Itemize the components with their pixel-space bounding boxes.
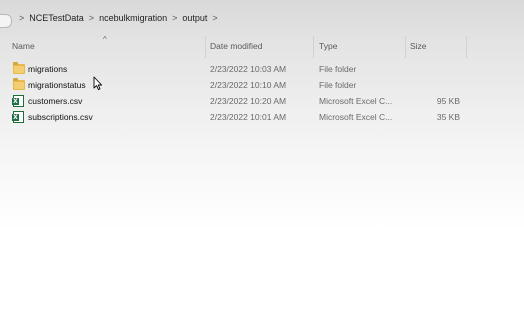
- file-date-modified: 2/23/2022 10:03 AM: [210, 64, 287, 74]
- address-bar[interactable]: > NCETestData > ncebulkmigration > outpu…: [0, 10, 524, 30]
- column-divider[interactable]: [466, 36, 467, 58]
- column-header-date-modified[interactable]: Date modified: [210, 41, 262, 51]
- file-row-migrations[interactable]: migrations 2/23/2022 10:03 AM File folde…: [0, 61, 524, 77]
- mouse-cursor-icon: [93, 76, 103, 91]
- folder-icon: [13, 62, 25, 74]
- chevron-right-icon[interactable]: >: [19, 13, 24, 23]
- breadcrumb-item-output[interactable]: output: [182, 13, 207, 23]
- chevron-right-icon[interactable]: >: [89, 13, 94, 23]
- column-header-type[interactable]: Type: [319, 41, 337, 51]
- excel-csv-icon: X: [12, 111, 24, 123]
- column-header: ^ Name Date modified Type Size: [0, 35, 524, 58]
- file-name: subscriptions.csv: [28, 112, 93, 122]
- column-divider[interactable]: [313, 36, 314, 58]
- column-divider[interactable]: [405, 36, 406, 58]
- chevron-right-icon[interactable]: >: [172, 13, 177, 23]
- file-row-customers-csv[interactable]: X customers.csv 2/23/2022 10:20 AM Micro…: [0, 93, 524, 109]
- file-size: 35 KB: [436, 112, 460, 122]
- file-date-modified: 2/23/2022 10:01 AM: [210, 112, 287, 122]
- column-header-size[interactable]: Size: [410, 41, 427, 51]
- breadcrumb-item-ncebulkmigration[interactable]: ncebulkmigration: [99, 13, 167, 23]
- breadcrumb: > NCETestData > ncebulkmigration > outpu…: [14, 13, 223, 23]
- chevron-right-icon[interactable]: >: [212, 13, 217, 23]
- file-type: File folder: [319, 64, 357, 74]
- file-type: Microsoft Excel C...: [319, 96, 393, 106]
- file-row-subscriptions-csv[interactable]: X subscriptions.csv 2/23/2022 10:01 AM M…: [0, 109, 524, 125]
- folder-icon: [13, 78, 25, 90]
- file-date-modified: 2/23/2022 10:10 AM: [210, 80, 287, 90]
- file-name: migrationstatus: [28, 80, 86, 90]
- column-header-name[interactable]: Name: [12, 41, 35, 51]
- sort-ascending-icon: ^: [103, 35, 107, 44]
- file-name: migrations: [28, 64, 68, 74]
- file-name: customers.csv: [28, 96, 83, 106]
- breadcrumb-item-ncetestdata[interactable]: NCETestData: [29, 13, 84, 23]
- file-type: File folder: [319, 80, 357, 90]
- file-type: Microsoft Excel C...: [319, 112, 393, 122]
- excel-csv-icon: X: [12, 95, 24, 107]
- column-divider[interactable]: [205, 36, 206, 58]
- file-date-modified: 2/23/2022 10:20 AM: [210, 96, 287, 106]
- file-size: 95 KB: [436, 96, 460, 106]
- location-icon[interactable]: [0, 14, 12, 28]
- file-row-migrationstatus[interactable]: migrationstatus 2/23/2022 10:10 AM File …: [0, 77, 524, 93]
